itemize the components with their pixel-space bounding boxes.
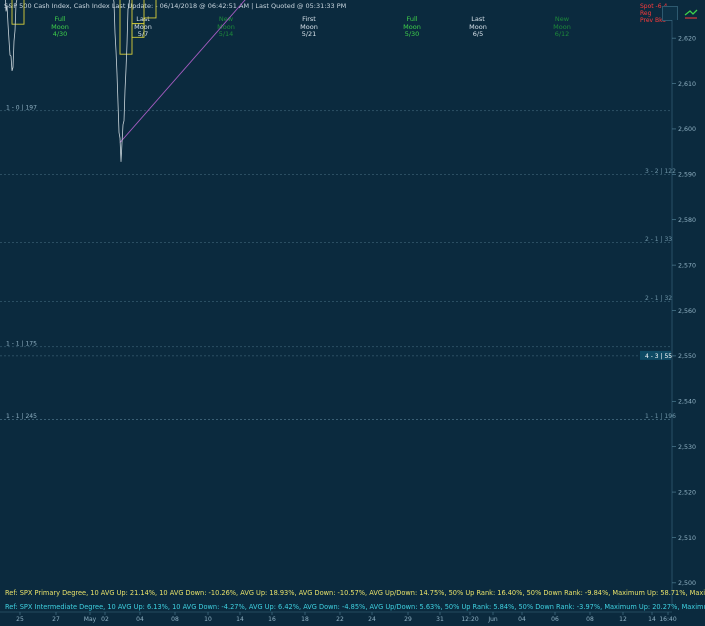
x-tick-label: 24 [368, 616, 376, 623]
x-tick-label: Jun [487, 616, 498, 623]
x-tick-label: 22 [336, 616, 344, 623]
y-tick-label: 2,620 [678, 35, 696, 42]
x-tick-label: 25 [16, 616, 24, 623]
x-tick-label: 04 [518, 616, 526, 623]
x-tick-label: 08 [586, 616, 594, 623]
support-level-label: 1 - 1 | 196 [645, 413, 676, 420]
y-tick-label: 2,540 [678, 399, 696, 406]
chart-window: S&P 500 Cash Index, Cash Index Last Upda… [0, 0, 705, 626]
y-tick-label: 2,600 [678, 126, 696, 133]
y-tick-label: 2,550 [678, 353, 696, 360]
support-level-label: 2 - 1 | 32 [645, 295, 672, 302]
y-tick-label: 2,590 [678, 172, 696, 179]
y-tick-label: 2,510 [678, 535, 696, 542]
y-tick-label: 2,610 [678, 81, 696, 88]
x-tick-label: 10 [204, 616, 212, 623]
price-line [5, 0, 130, 162]
x-tick-label: 02 [101, 616, 109, 623]
price-chart[interactable]: 2,500 2,510 2,520 2,530 2,540 2,550 2,560 2,570… [0, 0, 705, 626]
x-tick-label: 29 [404, 616, 412, 623]
support-level-label: 1 - 0 | 197 [6, 104, 37, 111]
x-tick-label: 14 [648, 616, 656, 623]
support-level-label: 4 - 3 | 55 [645, 353, 672, 360]
y-tick-label: 2,580 [678, 217, 696, 224]
support-level-label: 1 - 1 | 245 [6, 413, 37, 420]
support-level-label: 1 - 1 | 175 [6, 340, 37, 347]
x-tick-label: 12:20 [461, 616, 478, 623]
x-tick-label: 27 [52, 616, 60, 623]
y-tick-label: 2,530 [678, 444, 696, 451]
x-tick-label: 16:40 [659, 616, 676, 623]
support-level-label: 2 - 1 | 33 [645, 236, 672, 243]
footer-intermediate-stats: Ref: SPX Intermediate Degree, 10 AVG Up:… [5, 603, 705, 611]
x-tick-label: May [84, 616, 97, 623]
x-tick-label: 14 [236, 616, 244, 623]
moving-average-line [11, 0, 145, 55]
x-tick-label: 04 [136, 616, 144, 623]
x-tick-label: 31 [436, 616, 444, 623]
y-tick-label: 2,520 [678, 489, 696, 496]
x-tick-label: 16 [268, 616, 276, 623]
y-tick-label: 2,560 [678, 308, 696, 315]
x-tick-label: 06 [551, 616, 559, 623]
x-tick-label: 12 [619, 616, 627, 623]
trendline [119, 0, 246, 143]
y-tick-label: 2,570 [678, 262, 696, 269]
x-tick-label: 08 [171, 616, 179, 623]
moving-average-line [131, 0, 157, 38]
footer-primary-stats: Ref: SPX Primary Degree, 10 AVG Up: 21.1… [5, 589, 705, 597]
support-level-label: 3 - 2 | 122 [645, 168, 676, 175]
y-tick-label: 2,500 [678, 580, 696, 587]
x-tick-label: 18 [301, 616, 309, 623]
